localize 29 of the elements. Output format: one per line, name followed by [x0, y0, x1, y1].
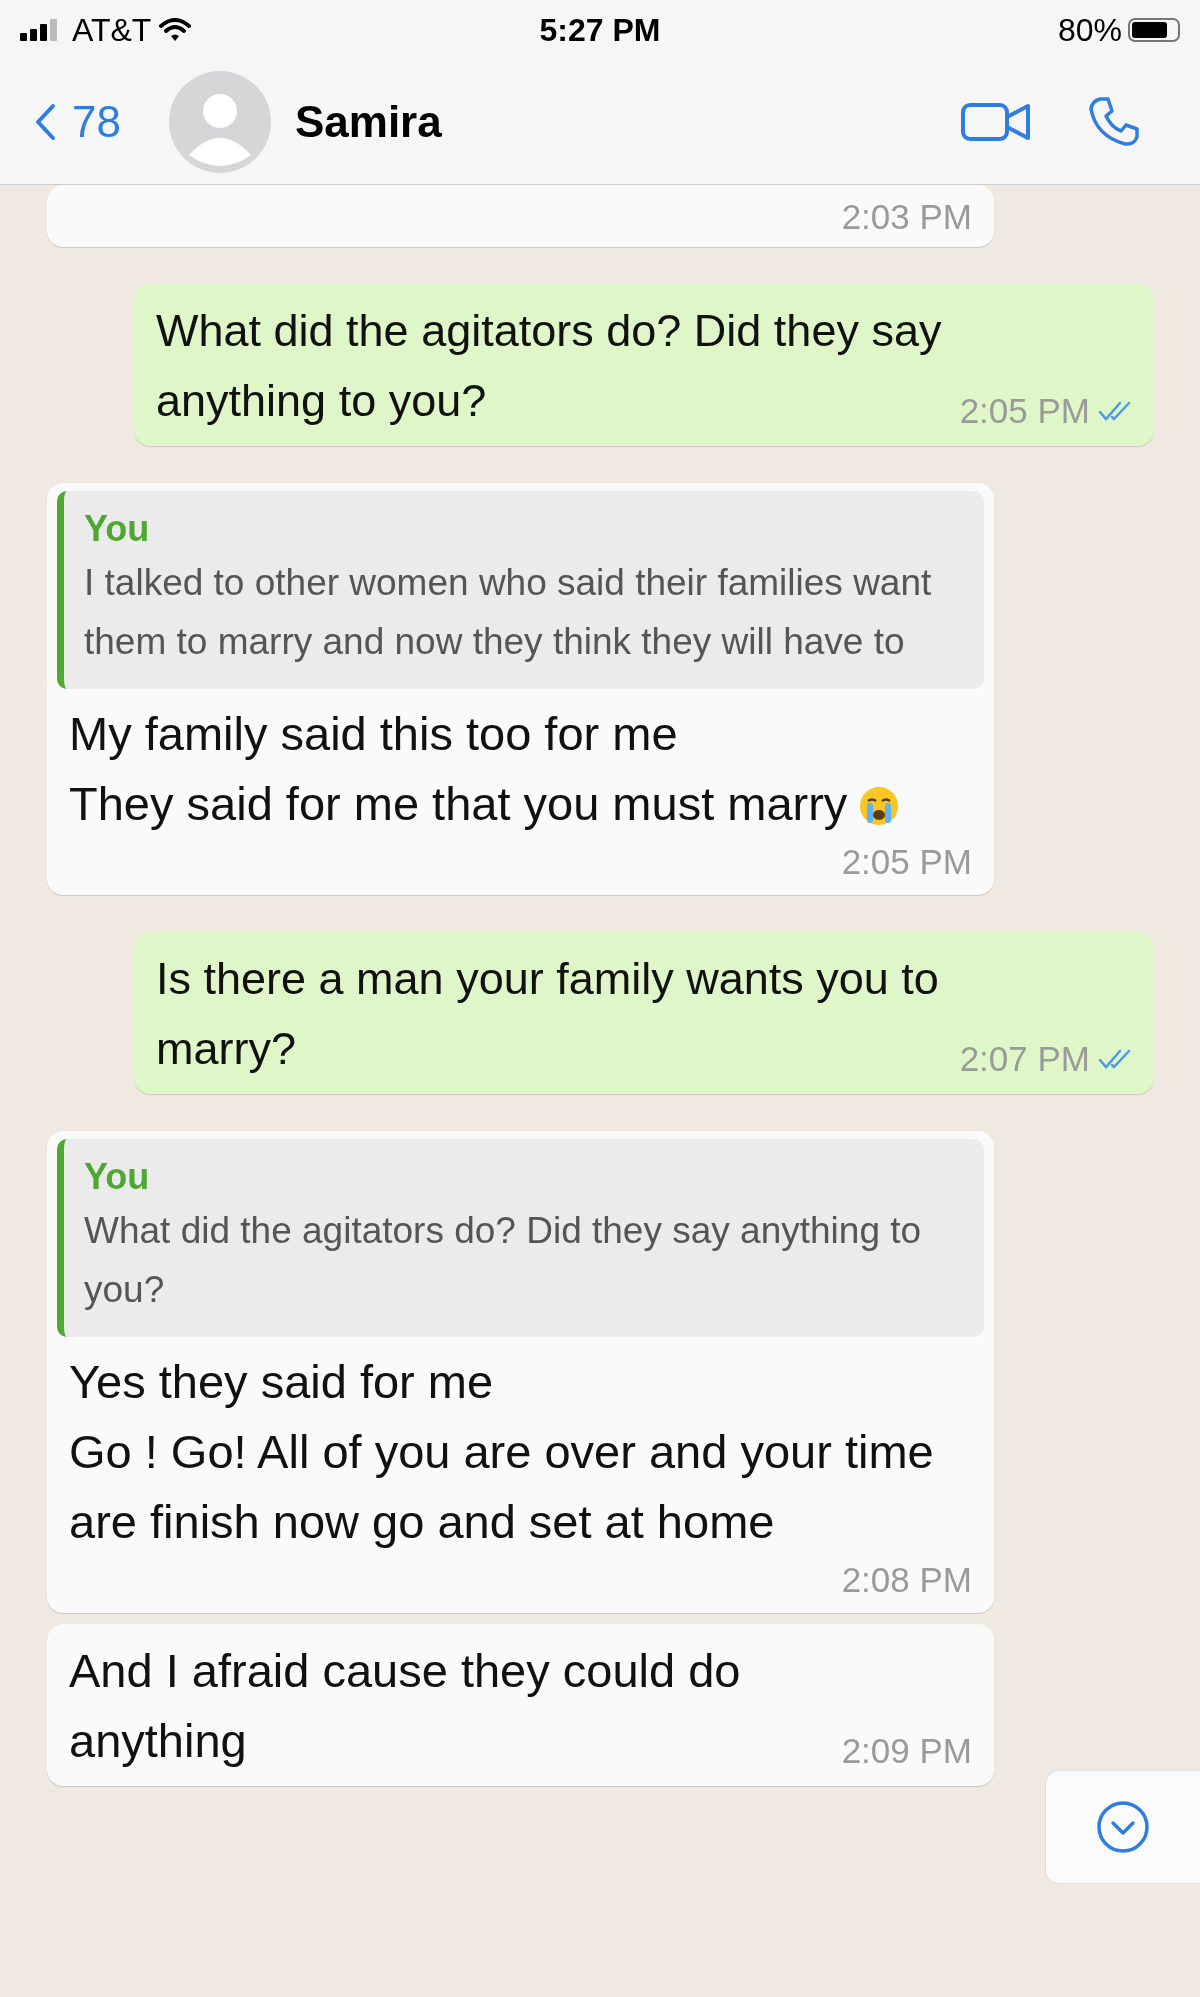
message-time: 2:05 PM	[959, 391, 1090, 431]
chevron-down-icon	[1096, 1800, 1150, 1854]
quote-author: You	[84, 1155, 151, 1199]
message-time: 2:09 PM	[841, 1731, 972, 1771]
message-time: 2:03 PM	[841, 197, 972, 237]
battery-icon	[1128, 18, 1180, 42]
quote-text: What did the agitators do? Did they say anything to you?	[84, 1209, 923, 1312]
message-text: And I afraid cause they could do anything	[69, 1644, 741, 1767]
message-text: Yes they said for me Go ! Go! All of you are over and your time are finish now go and set at home	[69, 1355, 934, 1548]
quote-text: I talked to other women who said their families want them to marry and now they think they will have to	[84, 561, 933, 664]
chevron-left-icon	[34, 103, 56, 141]
quoted-message[interactable]: You What did the agitators do? Did they say anything to you?	[57, 1139, 984, 1337]
video-call-icon[interactable]	[960, 100, 1032, 144]
quote-author: You	[84, 507, 151, 551]
message-time: 2:07 PM	[959, 1039, 1090, 1079]
wifi-icon	[159, 18, 192, 42]
carrier-name: AT&T	[72, 11, 152, 49]
message-time: 2:05 PM	[841, 842, 972, 882]
message-text: What did the agitators do? Did they say anything to you?	[156, 305, 942, 426]
battery-percent: 80%	[1057, 11, 1122, 49]
message-time: 2:08 PM	[841, 1560, 972, 1600]
message-text: My family said this too for me They said for me that you must marry	[69, 707, 848, 830]
message-text: Is there a man your family wants you to marry?	[156, 953, 939, 1074]
phone-call-icon[interactable]	[1088, 96, 1140, 148]
contact-name[interactable]: Samira	[294, 97, 442, 147]
scroll-down-button[interactable]	[1045, 1770, 1200, 1884]
back-button[interactable]: 78	[34, 97, 121, 147]
quoted-message[interactable]: You I talked to other women who said their families want them to marry and now they think they will have to	[57, 491, 984, 689]
status-time: 5:27 PM	[539, 11, 661, 49]
